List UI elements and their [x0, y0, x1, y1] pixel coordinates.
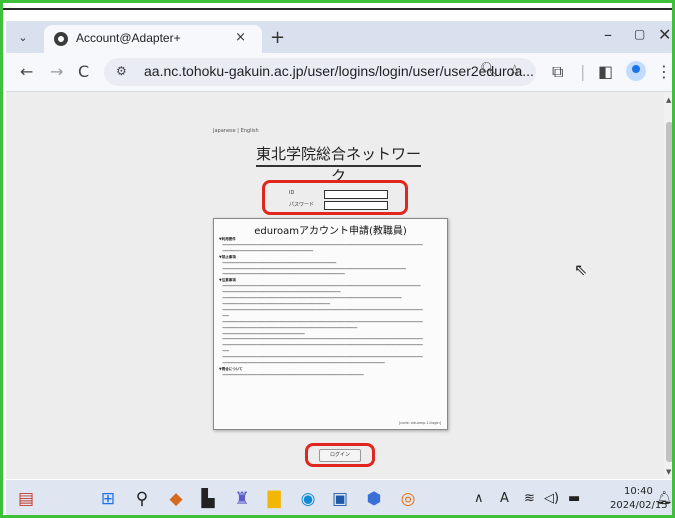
- id-input[interactable]: [324, 190, 388, 199]
- chrome-icon[interactable]: ◎: [398, 489, 418, 509]
- screenshot-frame: ⌄ Account@Adapter+ × + – ▢ ✕ ← → C ⚙ aa.…: [0, 0, 675, 518]
- notice-text-line: ━━━━━━━━━━━━━━━━━━━━━━━━━━━━━━━━━━━━━━━━…: [219, 343, 423, 348]
- wifi-icon[interactable]: ≋: [524, 491, 535, 506]
- address-bar[interactable]: ⚙ aa.nc.tohoku-gakuin.ac.jp/user/logins/…: [104, 58, 536, 86]
- new-tab-button[interactable]: +: [270, 27, 285, 48]
- extensions-icon[interactable]: ⧉: [552, 62, 563, 82]
- file-explorer-icon[interactable]: ▇: [264, 489, 284, 509]
- start-icon[interactable]: ⊞: [98, 489, 118, 509]
- edge-icon[interactable]: ◉: [298, 489, 318, 509]
- search-icon[interactable]: ⚲: [132, 489, 152, 509]
- browser-toolbar: ← → C ⚙ aa.nc.tohoku-gakuin.ac.jp/user/l…: [6, 53, 672, 92]
- site-info-icon[interactable]: ⚙: [116, 64, 127, 78]
- notice-text-line: ━━━━━━━━━━━━━━━━━━━━━━━━━━━━━━━━━━━━━━━━…: [219, 372, 364, 377]
- copilot-icon[interactable]: ◆: [166, 489, 186, 509]
- forward-button[interactable]: →: [50, 62, 63, 81]
- notice-body: ▼利用要件 ━━━━━━━━━━━━━━━━━━━━━━━━━━━━━━━━━━…: [219, 237, 442, 379]
- tab-strip: ⌄ Account@Adapter+ × + – ▢ ✕: [6, 21, 672, 53]
- task-view-icon[interactable]: ▙: [198, 489, 218, 509]
- scroll-up-arrow-icon[interactable]: ▲: [666, 96, 671, 104]
- side-panel-icon[interactable]: ◧: [598, 62, 613, 81]
- volume-icon[interactable]: ◁): [544, 491, 559, 506]
- clock-time[interactable]: 10:40: [624, 486, 653, 497]
- tab-search-button[interactable]: ⌄: [14, 29, 32, 47]
- eduroam-application-notice: eduroamアカウント申請(教職員) ▼利用要件 ━━━━━━━━━━━━━━…: [213, 218, 448, 430]
- window-maximize-button[interactable]: ▢: [634, 27, 645, 41]
- toolbar-divider: |: [580, 62, 586, 81]
- zoom-icon[interactable]: 🔍︎: [480, 62, 498, 78]
- password-input[interactable]: [324, 201, 388, 210]
- reload-button[interactable]: C: [78, 62, 89, 81]
- tab-favicon-icon: [54, 32, 68, 46]
- notice-title: eduroamアカウント申請(教職員): [254, 226, 407, 237]
- window-minimize-button[interactable]: –: [604, 25, 612, 44]
- id-label: ID: [289, 190, 295, 196]
- mouse-pointer-icon: ⇖: [574, 260, 588, 279]
- notification-bell-icon[interactable]: 🔔︎: [656, 491, 672, 506]
- password-label: パスワード: [289, 202, 315, 208]
- scroll-down-arrow-icon[interactable]: ▼: [666, 468, 671, 476]
- browser-tab[interactable]: Account@Adapter+ ×: [44, 25, 262, 53]
- url-text[interactable]: aa.nc.tohoku-gakuin.ac.jp/user/logins/lo…: [144, 63, 534, 79]
- profile-avatar-icon[interactable]: [626, 61, 646, 81]
- tab-close-button[interactable]: ×: [235, 30, 246, 45]
- tab-title: Account@Adapter+: [76, 31, 181, 45]
- tray-chevron-icon[interactable]: ∧: [474, 491, 484, 506]
- notice-text-line: ━━━━━━━━━━━━━━━━━━━━━━━━━━━━━━━━━━━━━━━━…: [219, 307, 423, 312]
- notice-text-line: ━━━━━━━━━━━━━━━━━━━━━━━━━━━━━━━━━━━━━━━━…: [219, 319, 423, 324]
- windows-taskbar: ▤ ⊞ ⚲ ◆ ▙ ♜ ▇ ◉ ▣ ⬢ ◎ ∧ A ≋ ◁) ▬ 10:40 2…: [6, 480, 672, 515]
- scrollbar-thumb[interactable]: [666, 122, 672, 462]
- battery-icon[interactable]: ▬: [568, 491, 580, 506]
- app-icon[interactable]: ⬢: [364, 489, 384, 509]
- window-close-button[interactable]: ✕: [658, 25, 671, 44]
- notice-code: [code: eduamp-11login]: [398, 421, 441, 425]
- login-button[interactable]: ログイン: [319, 449, 361, 462]
- ime-indicator[interactable]: A: [500, 491, 509, 506]
- site-title: 東北学院総合ネットワーク: [256, 145, 422, 185]
- back-button[interactable]: ←: [20, 62, 33, 81]
- bookmark-star-icon[interactable]: ☆: [508, 61, 521, 79]
- notice-text-line: ━━━━━━━━━━━━━━━━━━━━━━━━━━━━━━━━━━━━━━━━…: [219, 242, 423, 247]
- page-scrollbar[interactable]: ▲ ▼: [664, 92, 672, 479]
- page-content: Japanese | English 東北学院総合ネットワーク ID パスワード…: [6, 92, 664, 479]
- language-links[interactable]: Japanese | English: [213, 128, 259, 134]
- widgets-icon[interactable]: ▤: [16, 489, 36, 509]
- top-divider: [3, 3, 672, 10]
- store-icon[interactable]: ▣: [330, 489, 350, 509]
- teams-icon[interactable]: ♜: [232, 489, 252, 509]
- menu-icon[interactable]: ⋮: [656, 62, 672, 81]
